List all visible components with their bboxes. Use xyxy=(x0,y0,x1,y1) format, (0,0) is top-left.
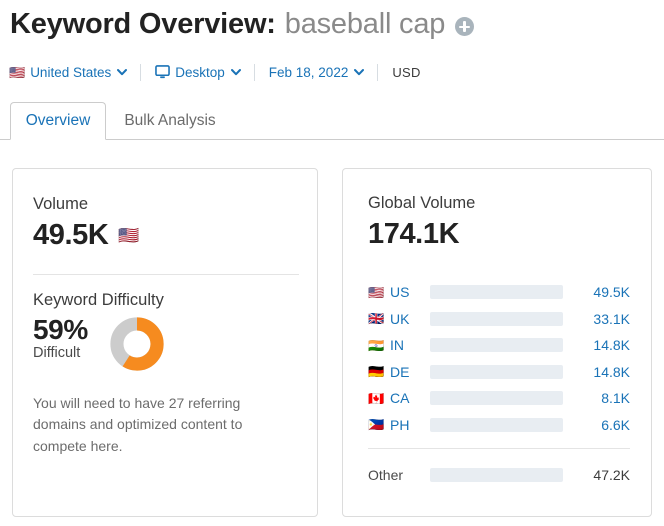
keyword-difficulty-section: Keyword Difficulty 59% Difficult You wil… xyxy=(33,291,301,457)
country-flag-icon: 🇵🇭 xyxy=(368,417,385,433)
volume-label: Volume xyxy=(33,195,89,213)
country-flag-icon: 🇨🇦 xyxy=(368,390,385,406)
volume-bar-track xyxy=(430,417,563,432)
volume-value-label: 33.1K xyxy=(593,310,630,327)
keyword-difficulty-text: 59% Difficult xyxy=(33,314,88,362)
country-code-label[interactable]: DE xyxy=(390,364,430,380)
volume-card: Volume 49.5K 🇺🇸 Keyword Difficulty 59% D… xyxy=(12,168,318,517)
page-title: Keyword Overview: baseball cap xyxy=(10,8,475,41)
volume-value-label: 14.8K xyxy=(593,337,630,354)
country-filter-label: United States xyxy=(30,64,112,80)
volume-bar-track xyxy=(430,311,563,326)
volume-bar-track xyxy=(430,285,563,300)
tab-bulk-analysis-label: Bulk Analysis xyxy=(124,112,216,129)
currency-label: USD xyxy=(392,64,421,80)
global-volume-label: Global Volume xyxy=(368,194,476,212)
table-row: 🇬🇧 UK 33.1K xyxy=(368,306,630,333)
card-divider xyxy=(368,448,630,449)
us-flag-icon: 🇺🇸 xyxy=(9,64,26,80)
page-title-keyword: baseball cap xyxy=(284,8,446,40)
tab-overview-label: Overview xyxy=(25,112,91,129)
country-code-label[interactable]: US xyxy=(390,284,430,300)
volume-bar-track xyxy=(430,364,563,379)
volume-value-label: 14.8K xyxy=(593,363,630,380)
keyword-difficulty-label: Keyword Difficulty xyxy=(33,291,164,309)
page-title-prefix: Keyword Overview: xyxy=(10,8,276,40)
table-row: 🇵🇭 PH 6.6K xyxy=(368,412,630,439)
chevron-down-icon xyxy=(117,67,128,76)
country-code-label[interactable]: UK xyxy=(390,311,430,327)
date-filter[interactable]: Feb 18, 2022 xyxy=(268,64,365,80)
date-filter-label: Feb 18, 2022 xyxy=(268,64,349,80)
volume-section: Volume 49.5K 🇺🇸 xyxy=(33,195,140,252)
volume-value-label: 49.5K xyxy=(593,284,630,301)
table-row: 🇩🇪 DE 14.8K xyxy=(368,359,630,386)
other-label: Other xyxy=(368,467,404,484)
device-filter-label: Desktop xyxy=(175,64,225,80)
country-flag-icon: 🇩🇪 xyxy=(368,364,385,380)
volume-value-row: 49.5K 🇺🇸 xyxy=(33,219,140,252)
country-code-label[interactable]: PH xyxy=(390,417,430,433)
other-value: 47.2K xyxy=(593,467,630,484)
country-filter[interactable]: 🇺🇸 United States xyxy=(9,64,128,80)
country-code-label[interactable]: IN xyxy=(390,337,430,353)
country-flag-icon: 🇺🇸 xyxy=(368,284,385,300)
filter-divider xyxy=(253,63,255,81)
chevron-down-icon xyxy=(230,67,241,76)
volume-value: 49.5K xyxy=(33,219,109,251)
chevron-down-icon xyxy=(354,67,365,76)
keyword-difficulty-status: Difficult xyxy=(33,345,81,362)
tab-bulk-analysis[interactable]: Bulk Analysis xyxy=(108,102,232,140)
volume-bar-track xyxy=(430,338,563,353)
other-bar-track xyxy=(430,468,563,483)
table-row: 🇮🇳 IN 14.8K xyxy=(368,332,630,359)
table-row: 🇺🇸 US 49.5K xyxy=(368,279,630,306)
tab-bar: Overview Bulk Analysis xyxy=(0,101,664,140)
keyword-overview-page: Keyword Overview: baseball cap 🇺🇸 United… xyxy=(0,0,664,526)
tab-overview[interactable]: Overview xyxy=(10,102,106,140)
global-volume-value-row: 174.1K xyxy=(368,218,475,251)
device-filter[interactable]: Desktop xyxy=(155,64,241,80)
filter-divider xyxy=(140,63,142,81)
filter-bar: 🇺🇸 United States Desktop Feb 18, 2022 US… xyxy=(9,62,421,82)
keyword-difficulty-row: 59% Difficult xyxy=(33,315,301,376)
us-flag-icon: 🇺🇸 xyxy=(118,226,140,245)
volume-value-label: 6.6K xyxy=(601,416,630,433)
keyword-difficulty-donut-chart xyxy=(110,317,164,376)
keyword-difficulty-value: 59% xyxy=(33,314,88,345)
country-code-label[interactable]: CA xyxy=(390,390,430,406)
plus-circle-icon[interactable] xyxy=(455,17,475,36)
monitor-icon xyxy=(155,65,171,79)
country-flag-icon: 🇮🇳 xyxy=(368,337,385,353)
other-volume-row: Other 47.2K xyxy=(368,462,630,489)
card-divider xyxy=(33,274,299,275)
country-volume-list: 🇺🇸 US 49.5K 🇬🇧 UK 33.1K 🇮🇳 IN 14.8K 🇩🇪 DE 14.8K 🇨🇦 CA… xyxy=(368,279,630,438)
table-row: Other 47.2K xyxy=(368,462,630,489)
country-flag-icon: 🇬🇧 xyxy=(368,311,385,327)
volume-bar-track xyxy=(430,391,563,406)
global-volume-card: Global Volume 174.1K 🇺🇸 US 49.5K 🇬🇧 UK 33.1K 🇮… xyxy=(342,168,652,517)
filter-divider xyxy=(377,63,379,81)
keyword-difficulty-note: You will need to have 27 referring domai… xyxy=(33,395,243,454)
global-volume-value: 174.1K xyxy=(368,218,460,250)
table-row: 🇨🇦 CA 8.1K xyxy=(368,385,630,412)
volume-value-label: 8.1K xyxy=(601,390,630,407)
global-volume-header: Global Volume 174.1K xyxy=(368,194,475,251)
